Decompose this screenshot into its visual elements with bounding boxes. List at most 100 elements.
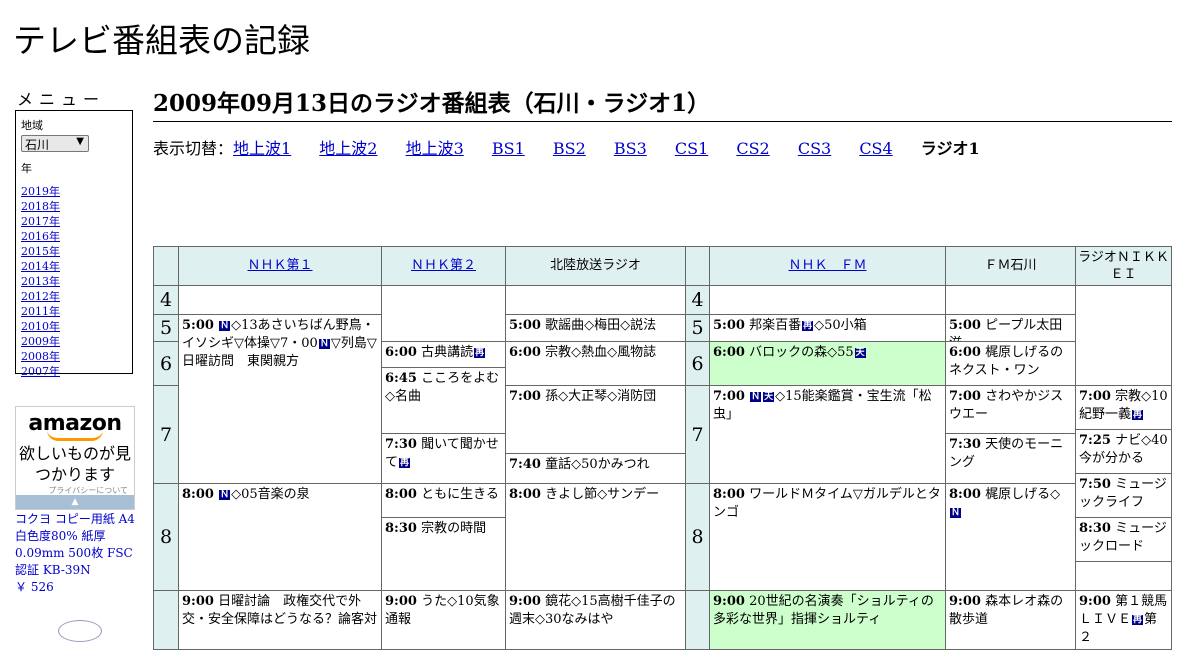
program-cell[interactable]: 5:00 歌謡曲◇梅田◇説法: [505, 314, 686, 342]
hour-label: [153, 590, 179, 650]
menu-heading: メニュー: [17, 90, 106, 109]
program-title-cont: ◇50小箱: [814, 318, 867, 333]
program-cell-highlighted[interactable]: 9:00 20世紀の名演奏「ショルティの多彩な世界」指揮ショルティ: [709, 590, 946, 650]
switch-link[interactable]: BS3: [614, 139, 647, 158]
year-label: 年: [21, 162, 32, 175]
program-time: 7:30: [385, 437, 417, 452]
amazon-ad-banner[interactable]: amazon 欲しいものが見つかります プライバシーについて ▲: [15, 406, 135, 510]
program-cell[interactable]: 8:00 ワールドＭタイム▽ガルデルとタンゴ: [709, 483, 946, 591]
program-cell-empty: [381, 285, 506, 342]
switch-link[interactable]: BS1: [492, 139, 525, 158]
switch-link[interactable]: 地上波2: [319, 139, 377, 158]
program-cell[interactable]: 6:00 古典講読再: [381, 341, 506, 368]
switch-link[interactable]: 地上波1: [233, 139, 291, 158]
program-cell[interactable]: 7:30 聞いて聞かせて再: [381, 433, 506, 484]
program-title: ◇05音楽の泉: [231, 487, 310, 502]
program-cell[interactable]: 7:00 さわやかジスウエー: [945, 385, 1076, 434]
program-cell[interactable]: 7:25 ナビ◇40今が分かる: [1075, 429, 1172, 474]
program-cell[interactable]: 5:00 Ｎ ◇13あさいちばん野鳥・イソシギ▽体操▽7・00 Ｎ ▽列島▽日曜訪問 …: [178, 314, 382, 484]
hour-label: 5: [685, 314, 710, 342]
program-title: 20世紀の名演奏「ショルティの多彩な世界」指揮ショルティ: [713, 594, 934, 627]
program-cell[interactable]: 8:30 ミュージックロード: [1075, 517, 1172, 562]
program-cell[interactable]: 8:00 きよし節◇サンデー: [505, 483, 686, 591]
ad-expand-bar[interactable]: ▲: [16, 495, 134, 509]
program-title: ともに生きる: [421, 487, 499, 502]
program-time: 6:00: [385, 345, 417, 360]
rerun-icon: 再: [1132, 615, 1144, 625]
program-cell[interactable]: 8:00 Ｎ ◇05音楽の泉: [178, 483, 382, 591]
program-cell[interactable]: 7:00 宗教◇10紀野一義再: [1075, 385, 1172, 430]
program-grid: ＮＨＫ第１ ＮＨＫ第２ 北陸放送ラジオ ＮＨＫ ＦＭ ＦＭ石川 ラジオＮＩＫＫＥ…: [153, 246, 1172, 650]
station-link[interactable]: ＮＨＫ第２: [411, 257, 476, 275]
hour-label: 8: [153, 483, 179, 591]
program-cell[interactable]: 7:40 童話◇50かみつれ: [505, 453, 686, 484]
switch-link[interactable]: CS2: [736, 139, 769, 158]
program-cell-empty: [178, 285, 382, 315]
program-title: バロックの森◇55: [749, 345, 854, 360]
hour-label: 7: [685, 385, 710, 484]
program-cell[interactable]: 6:45 こころをよむ◇名曲: [381, 367, 506, 434]
program-time: 6:45: [385, 371, 417, 386]
switch-link[interactable]: CS3: [798, 139, 831, 158]
station-link[interactable]: ＮＨＫ ＦＭ: [788, 257, 866, 275]
program-cell[interactable]: 7:00 Ｎ 天 ◇15能楽鑑賞・宝生流「松虫」: [709, 385, 946, 484]
program-time: 9:00: [509, 594, 541, 609]
year-link[interactable]: 2011年: [21, 304, 127, 319]
hour-label: 4: [685, 285, 710, 315]
switch-link[interactable]: 地上波3: [406, 139, 464, 158]
hour-label: 4: [153, 285, 179, 315]
year-link[interactable]: 2016年: [21, 229, 127, 244]
program-cell[interactable]: 6:00 梶原しげるのネクスト・ワン: [945, 341, 1076, 386]
program-cell[interactable]: 5:00 ピープル太田滋: [945, 314, 1076, 342]
year-link[interactable]: 2019年: [21, 184, 127, 199]
station-link[interactable]: ＮＨＫ第１: [247, 257, 312, 275]
program-cell-empty: [505, 285, 686, 315]
switch-link[interactable]: CS4: [859, 139, 892, 158]
year-link[interactable]: 2014年: [21, 259, 127, 274]
program-cell[interactable]: 8:00 ともに生きる: [381, 483, 506, 518]
program-cell[interactable]: 9:00 鏡花◇15高樹千佳子の週末◇30なみはや: [505, 590, 686, 650]
program-time: 6:00: [509, 345, 541, 360]
program-time: 8:00: [713, 487, 745, 502]
program-cell[interactable]: 9:00 うた◇10気象通報: [381, 590, 506, 650]
program-title: ◇15能楽鑑賞・宝生流「松虫」: [713, 389, 932, 422]
station-header: ＮＨＫ ＦＭ: [709, 246, 946, 286]
ad-product[interactable]: コクヨ コピー用紙 A4 白色度80% 紙厚0.09mm 500枚 FSC認証 …: [15, 511, 140, 596]
ad-product-thumbnail[interactable]: [58, 620, 102, 642]
switch-link[interactable]: BS2: [553, 139, 586, 158]
program-time: 6:00: [713, 345, 745, 360]
program-time: 5:00: [182, 318, 214, 333]
year-link[interactable]: 2009年: [21, 334, 127, 349]
year-link[interactable]: 2015年: [21, 244, 127, 259]
ad-product-name[interactable]: コクヨ コピー用紙 A4 白色度80% 紙厚0.09mm 500枚 FSC認証 …: [15, 511, 140, 579]
program-cell[interactable]: 5:00 邦楽百番再 ◇50小箱: [709, 314, 946, 342]
program-cell[interactable]: 9:00 森本レオ森の散歩道: [945, 590, 1076, 650]
grid-corner: [153, 246, 179, 286]
program-cell[interactable]: 7:30 天使のモーニング: [945, 433, 1076, 484]
program-cell[interactable]: 8:00 梶原しげる◇ Ｎ: [945, 483, 1076, 591]
program-cell[interactable]: 6:00 宗教◇熱血◇風物誌: [505, 341, 686, 386]
program-time: 8:00: [509, 487, 541, 502]
news-icon: Ｎ: [950, 508, 962, 518]
program-cell[interactable]: 8:30 宗教の時間: [381, 517, 506, 591]
year-link[interactable]: 2018年: [21, 199, 127, 214]
switch-link[interactable]: CS1: [675, 139, 708, 158]
program-cell[interactable]: 9:00 日曜討論 政権交代で外交・安全保障はどうなる？論客対: [178, 590, 382, 650]
program-cell[interactable]: 9:00 第１競馬ＬＩＶＥ 再第２: [1075, 590, 1172, 650]
program-cell[interactable]: 7:50 ミュージックライフ: [1075, 473, 1172, 518]
year-link[interactable]: 2013年: [21, 274, 127, 289]
hour-label: 5: [153, 314, 179, 342]
program-title: ワールドＭタイム▽ガルデルとタンゴ: [713, 487, 941, 520]
year-link[interactable]: 2007年: [21, 364, 127, 379]
program-time: 7:00: [1079, 389, 1111, 404]
program-cell[interactable]: 7:00 孫◇大正琴◇消防団: [505, 385, 686, 454]
ad-product-price: ￥ 526: [15, 580, 54, 594]
year-link[interactable]: 2010年: [21, 319, 127, 334]
program-time: 7:30: [949, 437, 981, 452]
program-cell-highlighted[interactable]: 6:00 バロックの森◇55 天: [709, 341, 946, 386]
year-link[interactable]: 2017年: [21, 214, 127, 229]
news-icon: Ｎ: [318, 339, 330, 349]
year-link[interactable]: 2008年: [21, 349, 127, 364]
year-link[interactable]: 2012年: [21, 289, 127, 304]
region-select[interactable]: 石川 ▼: [21, 135, 89, 152]
